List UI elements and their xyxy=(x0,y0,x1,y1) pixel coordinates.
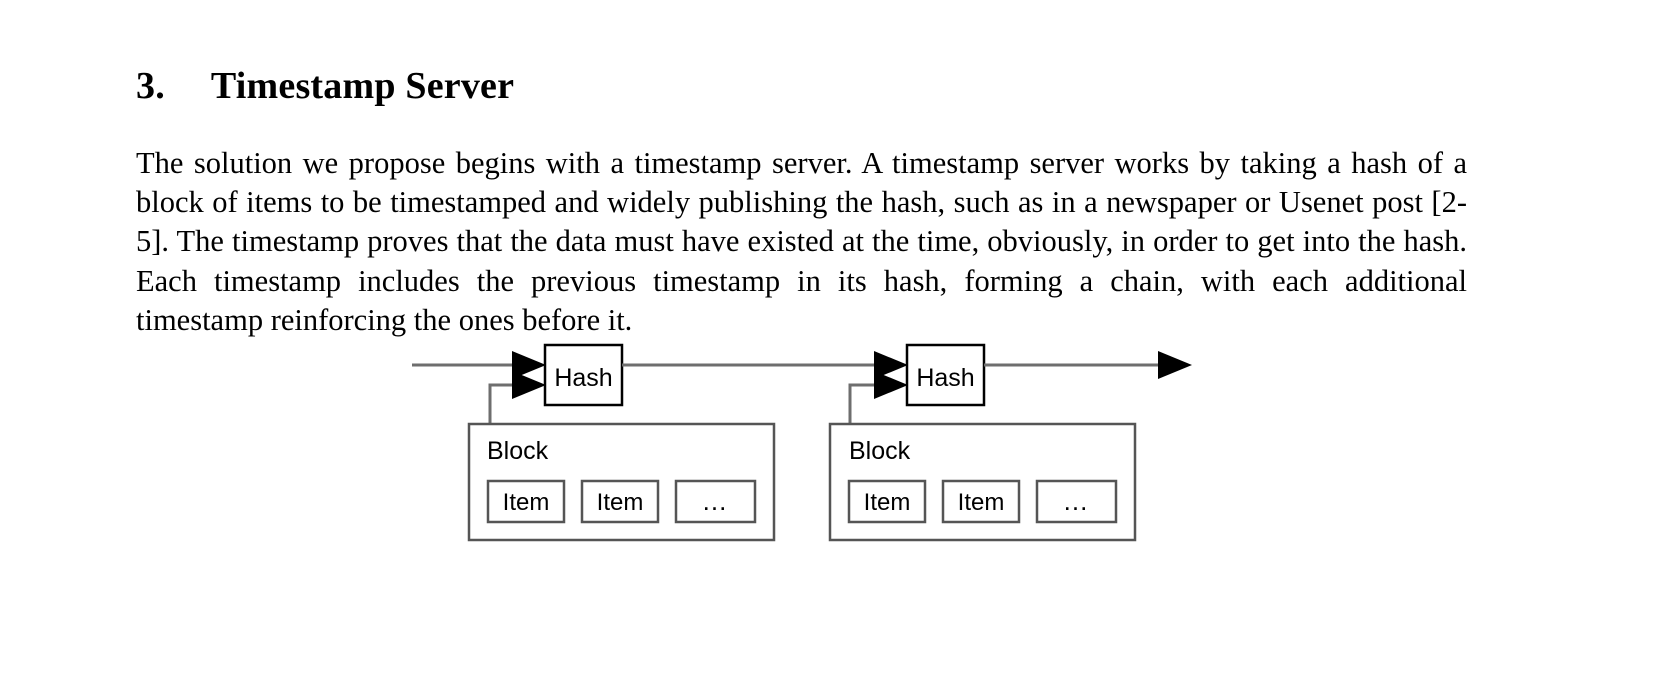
right-block-to-hash-connector xyxy=(848,383,878,425)
item-ellipsis-label: ... xyxy=(703,486,728,516)
block-box-right-label: Block xyxy=(849,437,911,465)
item-box-label: Item xyxy=(597,489,644,516)
timestamp-server-chain-diagram: Hash Block Item Item ... Hash Block Item… xyxy=(0,320,1662,580)
item-box-label: Item xyxy=(864,489,911,516)
hash-box-left-label: Hash xyxy=(554,364,612,392)
arrowhead-outgoing xyxy=(1158,351,1192,379)
arrowhead-left-block-to-hash xyxy=(512,371,546,399)
hash-box-right-label: Hash xyxy=(916,364,974,392)
section-number: 3. xyxy=(136,65,165,108)
block-box-left-label: Block xyxy=(487,437,549,465)
section-title: Timestamp Server xyxy=(210,65,515,108)
arrowhead-right-block-to-hash xyxy=(874,371,908,399)
item-ellipsis-label: ... xyxy=(1064,486,1089,516)
document-page: 3. Timestamp Server The solution we propo… xyxy=(0,0,1662,700)
page-title: 3. Timestamp Server xyxy=(136,63,1466,109)
item-box-label: Item xyxy=(958,489,1005,516)
item-box-label: Item xyxy=(503,489,550,516)
section-body-paragraph: The solution we propose begins with a ti… xyxy=(136,145,1467,338)
